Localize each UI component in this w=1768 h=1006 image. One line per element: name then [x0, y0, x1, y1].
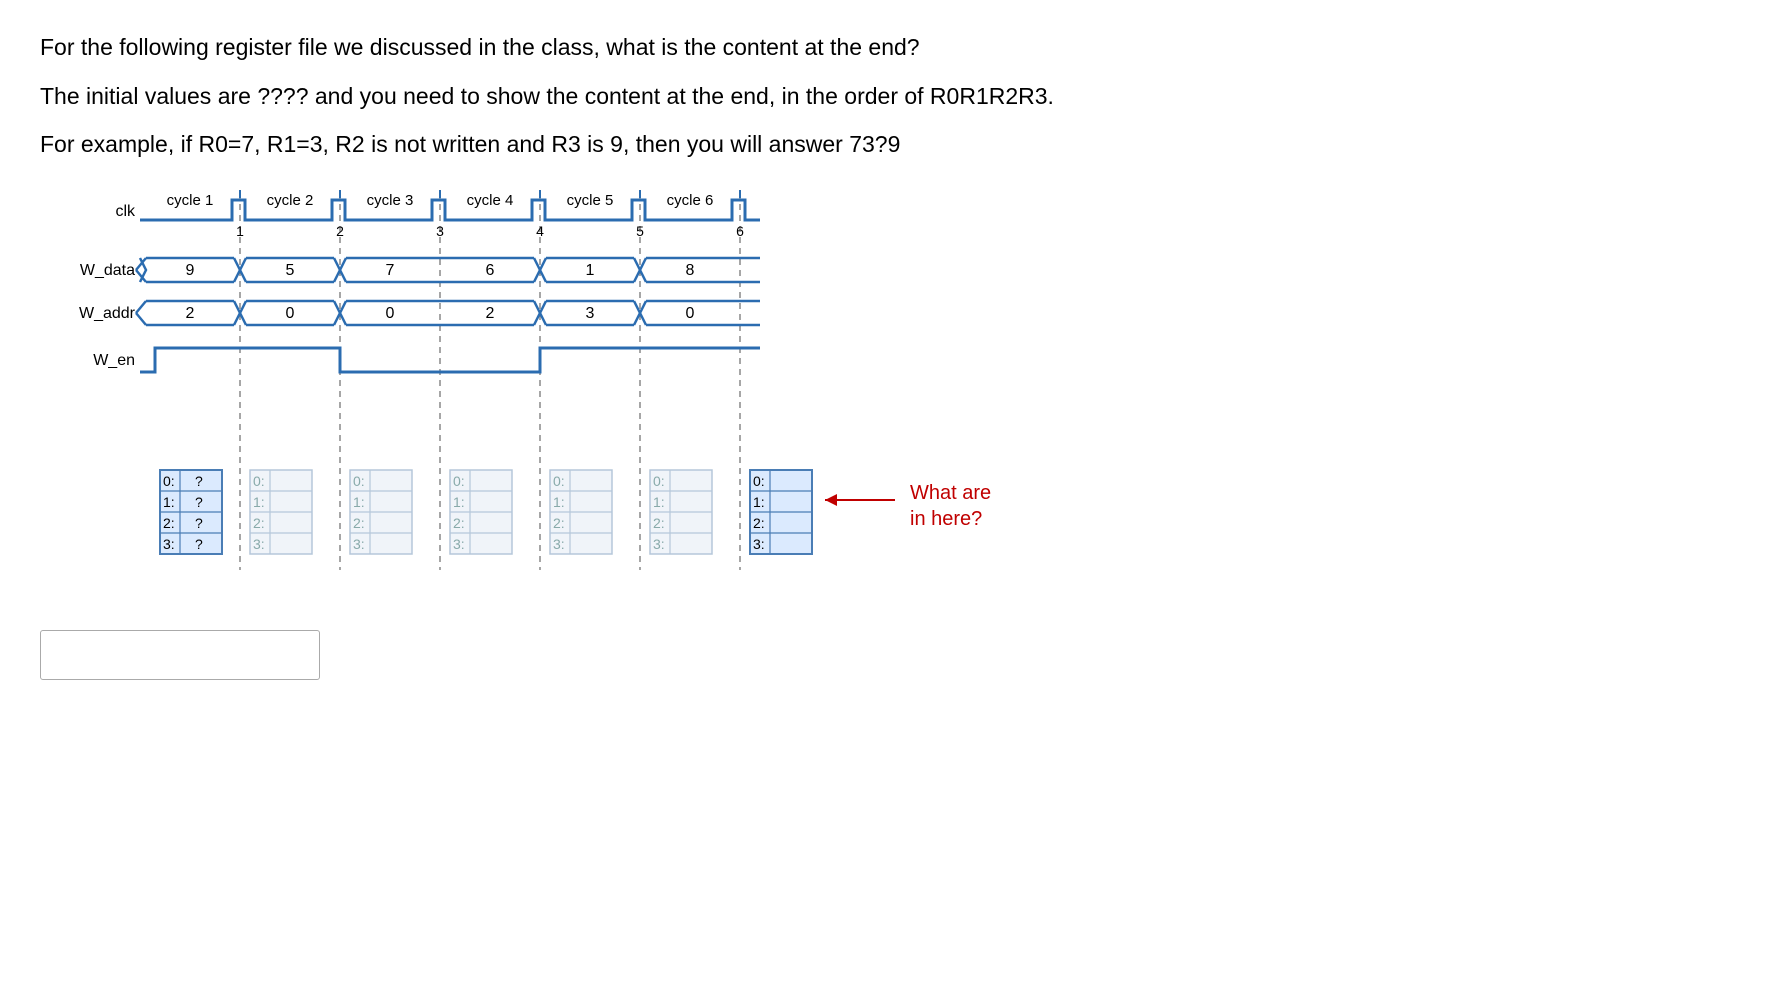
svg-text:2:: 2: [753, 515, 765, 531]
waddr-1: 2 [186, 305, 195, 322]
svg-text:0:: 0: [553, 473, 565, 489]
svg-text:1:: 1: [453, 494, 465, 510]
wdata-6: 8 [686, 262, 695, 279]
cycle-label-1: cycle 1 [167, 192, 214, 209]
waddr-3: 0 [386, 305, 395, 322]
wen-label: W_en [93, 352, 135, 369]
svg-text:3:: 3: [253, 536, 265, 552]
svg-text:0:: 0: [353, 473, 365, 489]
svg-text:3:: 3: [653, 536, 665, 552]
svg-text:?: ? [195, 515, 203, 531]
edge-num-3: 3 [436, 223, 444, 239]
svg-text:1:: 1: [653, 494, 665, 510]
edge-num-4: 4 [536, 223, 544, 239]
annotation-line-2: in here? [910, 508, 982, 530]
edge-num-6: 6 [736, 223, 744, 239]
timing-diagram: cycle 1 cycle 2 cycle 3 cycle 4 cycle 5 … [40, 190, 1040, 590]
cycle-label-5: cycle 5 [567, 192, 614, 209]
question-text: For the following register file we discu… [40, 30, 1728, 162]
svg-text:2:: 2: [553, 515, 565, 531]
svg-text:?: ? [195, 536, 203, 552]
svg-text:0:: 0: [753, 473, 765, 489]
svg-text:2:: 2: [653, 515, 665, 531]
svg-text:0:: 0: [163, 473, 175, 489]
regfile-after-1: 0: 1: 2: 3: [250, 470, 312, 554]
regfile-initial: 0: 1: 2: 3: ? ? ? ? [160, 470, 222, 554]
annotation-text: What are in here? [910, 480, 991, 532]
svg-text:?: ? [195, 473, 203, 489]
svg-text:3:: 3: [753, 536, 765, 552]
regfile-after-5: 0: 1: 2: 3: [650, 470, 712, 554]
svg-text:0:: 0: [653, 473, 665, 489]
clk-label: clk [115, 203, 136, 220]
svg-text:2:: 2: [453, 515, 465, 531]
edge-num-5: 5 [636, 223, 644, 239]
question-line-3: For example, if R0=7, R1=3, R2 is not wr… [40, 127, 1728, 162]
cycle-label-3: cycle 3 [367, 192, 414, 209]
wdata-5: 1 [586, 262, 595, 279]
wdata-label: W_data [80, 262, 135, 279]
svg-text:1:: 1: [553, 494, 565, 510]
cycle-label-6: cycle 6 [667, 192, 714, 209]
svg-text:?: ? [195, 494, 203, 510]
waddr-5: 3 [586, 305, 595, 322]
regfile-after-3: 0: 1: 2: 3: [450, 470, 512, 554]
waddr-6: 0 [686, 305, 695, 322]
answer-input[interactable] [40, 630, 320, 680]
svg-text:3:: 3: [453, 536, 465, 552]
regfile-after-2: 0: 1: 2: 3: [350, 470, 412, 554]
svg-text:2:: 2: [253, 515, 265, 531]
regfile-after-4: 0: 1: 2: 3: [550, 470, 612, 554]
waddr-2: 0 [286, 305, 295, 322]
wdata-3: 7 [386, 262, 395, 279]
svg-text:3:: 3: [353, 536, 365, 552]
svg-text:0:: 0: [253, 473, 265, 489]
waddr-label: W_addr [79, 305, 136, 322]
wdata-2: 5 [286, 262, 295, 279]
svg-text:1:: 1: [353, 494, 365, 510]
svg-text:1:: 1: [163, 494, 175, 510]
svg-text:3:: 3: [163, 536, 175, 552]
regfile-final: 0: 1: 2: 3: [750, 470, 812, 554]
svg-text:2:: 2: [353, 515, 365, 531]
wdata-4: 6 [486, 262, 495, 279]
cycle-label-2: cycle 2 [267, 192, 314, 209]
svg-text:1:: 1: [753, 494, 765, 510]
cycle-label-4: cycle 4 [467, 192, 514, 209]
annotation-line-1: What are [910, 482, 991, 504]
edge-num-2: 2 [336, 223, 344, 239]
svg-text:2:: 2: [163, 515, 175, 531]
svg-text:0:: 0: [453, 473, 465, 489]
svg-text:1:: 1: [253, 494, 265, 510]
svg-text:3:: 3: [553, 536, 565, 552]
question-line-1: For the following register file we discu… [40, 30, 1728, 65]
question-line-2: The initial values are ???? and you need… [40, 79, 1728, 114]
wdata-1: 9 [186, 262, 195, 279]
edge-num-1: 1 [236, 223, 244, 239]
waddr-4: 2 [486, 305, 495, 322]
